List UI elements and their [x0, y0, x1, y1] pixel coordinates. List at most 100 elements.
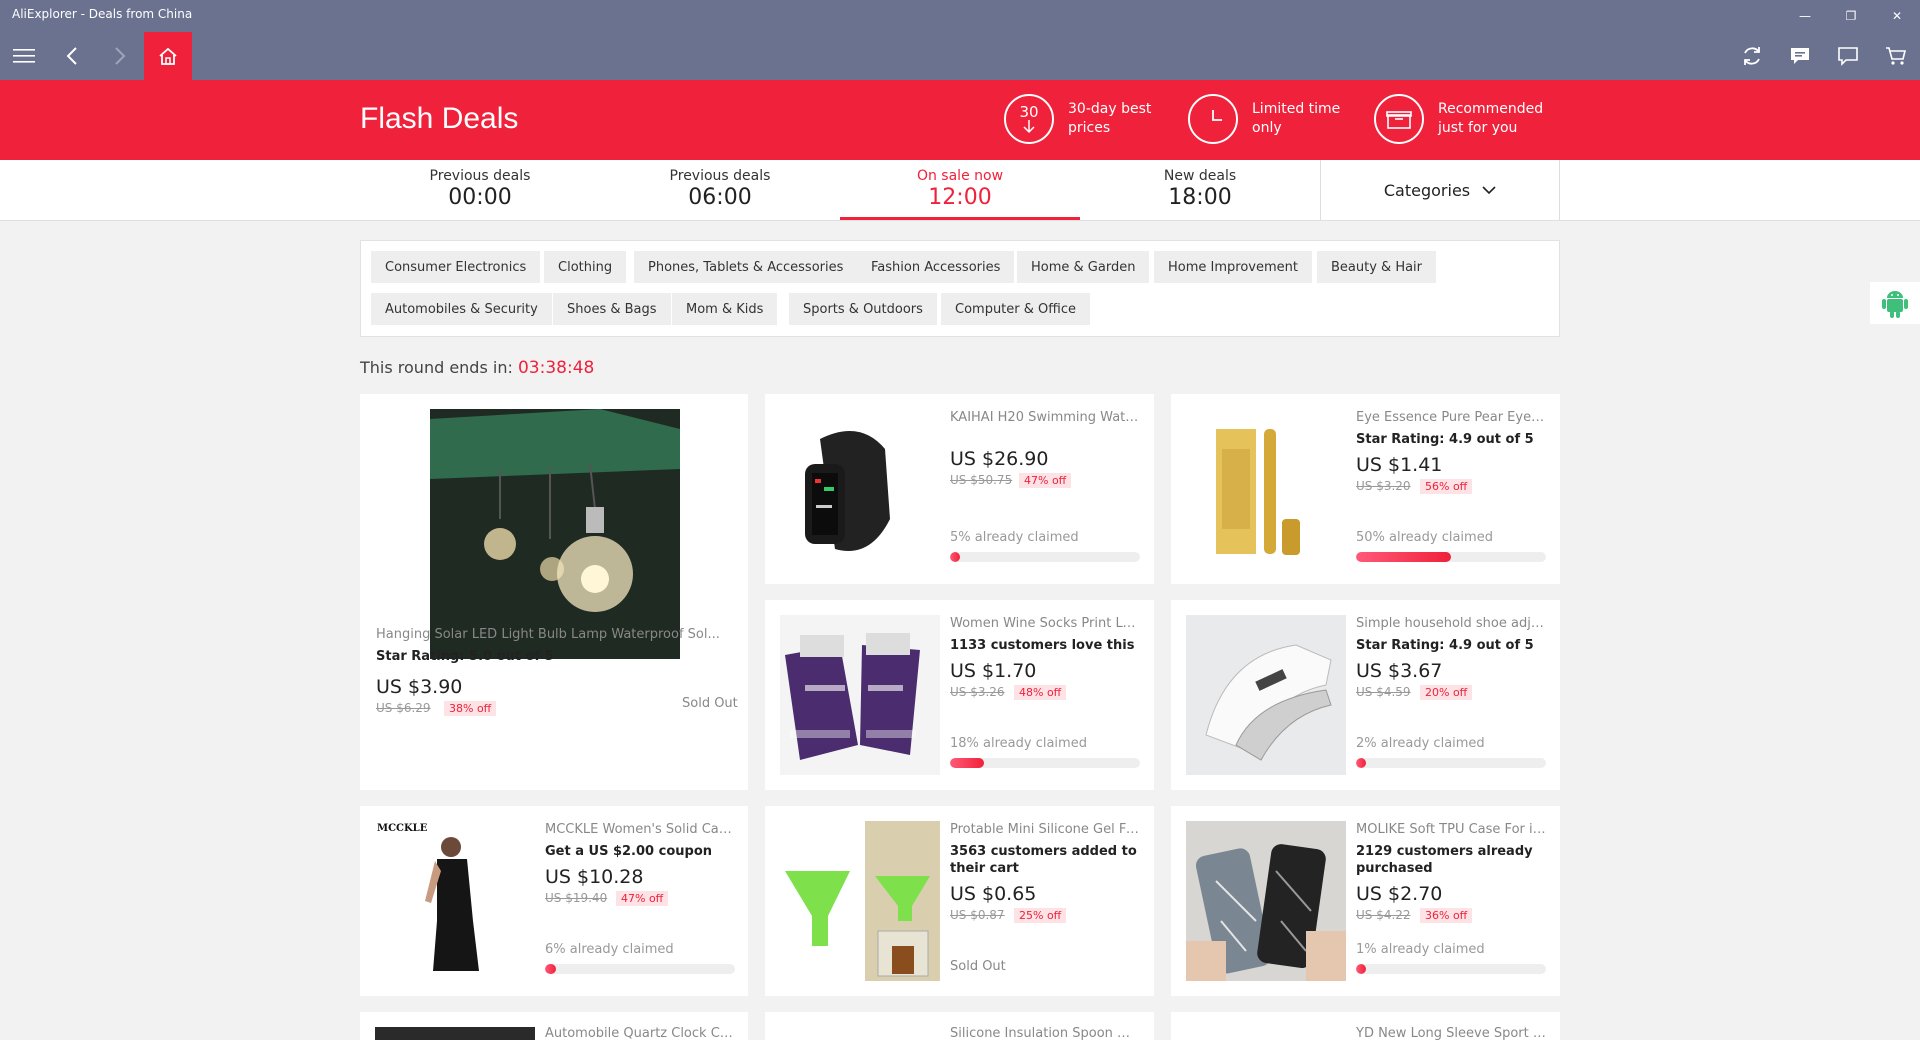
claimed-label: 1% already claimed: [1356, 942, 1485, 957]
product-price: US $3.67: [1356, 660, 1443, 682]
product-price: US $10.28: [545, 866, 644, 888]
original-price: US $50.75: [950, 473, 1013, 487]
tab-label: Previous deals: [429, 168, 531, 184]
flash-deals-banner: Flash Deals 30 30-day best prices Limite…: [0, 80, 1920, 160]
home-icon: [159, 47, 177, 65]
android-icon: [1882, 291, 1908, 318]
claimed-progress: [1356, 758, 1546, 768]
chip-beauty-hair[interactable]: Beauty & Hair: [1317, 251, 1437, 283]
chip-phones-tablets[interactable]: Phones, Tablets & Accessories: [634, 251, 858, 283]
menu-button[interactable]: [0, 32, 48, 80]
tab-time: 00:00: [448, 185, 512, 210]
android-app-button[interactable]: [1870, 282, 1920, 324]
discount-badge: 48% off: [1014, 685, 1067, 700]
chip-shoes-bags[interactable]: Shoes & Bags: [553, 293, 671, 325]
claimed-progress-fill: [1356, 552, 1451, 562]
product-card[interactable]: Protable Mini Silicone Gel Fol... 3563 c…: [765, 806, 1154, 996]
product-price: US $0.65: [950, 883, 1037, 905]
chat-bubble-icon: [1791, 48, 1809, 64]
restore-button[interactable]: ❐: [1828, 4, 1874, 28]
gift-box-icon: [1374, 94, 1424, 144]
calendar-30-icon: 30: [1004, 94, 1054, 144]
product-price: US $26.90: [950, 448, 1049, 470]
product-name: Simple household shoe adjus...: [1356, 616, 1546, 631]
hamburger-icon: [13, 49, 35, 63]
product-name: Protable Mini Silicone Gel Fol...: [950, 822, 1140, 837]
countdown-minutes: 38: [545, 358, 567, 378]
product-card[interactable]: Silicone Insulation Spoon Mat...: [765, 1012, 1154, 1040]
claimed-label: 6% already claimed: [545, 942, 674, 957]
minimize-button[interactable]: —: [1782, 4, 1828, 28]
messages-button[interactable]: [1828, 36, 1868, 76]
refresh-button[interactable]: [1732, 36, 1772, 76]
product-card[interactable]: YD New Long Sleeve Sport Sh...: [1171, 1012, 1560, 1040]
product-card[interactable]: MOLIKE Soft TPU Case For iP... 2129 cust…: [1171, 806, 1560, 996]
chip-home-improvement[interactable]: Home Improvement: [1154, 251, 1312, 283]
discount-badge: 36% off: [1420, 908, 1473, 923]
claimed-label: 5% already claimed: [950, 530, 1079, 545]
page-title: Flash Deals: [360, 102, 519, 135]
chip-consumer-electronics[interactable]: Consumer Electronics: [371, 251, 541, 283]
product-price: US $2.70: [1356, 883, 1443, 905]
round-label: This round ends in:: [360, 358, 513, 377]
product-image: [780, 821, 940, 981]
product-card[interactable]: Hanging Solar LED Light Bulb Lamp Waterp…: [360, 394, 748, 790]
discount-badge: 47% off: [1019, 473, 1072, 488]
product-info: 2129 customers already purchased: [1356, 844, 1533, 876]
chip-mom-kids[interactable]: Mom & Kids: [672, 293, 778, 325]
tab-label: Previous deals: [669, 168, 771, 184]
cart-button[interactable]: [1876, 36, 1916, 76]
tab-0000[interactable]: Previous deals 00:00: [360, 160, 600, 220]
forward-button[interactable]: [96, 32, 144, 80]
product-name: Eye Essence Pure Pear Eye Cr...: [1356, 410, 1546, 425]
window-title: AliExplorer - Deals from China: [12, 7, 193, 21]
chip-fashion-accessories[interactable]: Fashion Accessories: [857, 251, 1015, 283]
tab-label: On sale now: [916, 168, 1004, 184]
message-icon: [1838, 47, 1858, 66]
round-timer: This round ends in: 03:38:48: [360, 358, 594, 378]
product-card[interactable]: MCCKLE MCCKLE Women's Solid Caus... Get …: [360, 806, 748, 996]
categories-dropdown[interactable]: Categories: [1320, 160, 1560, 220]
product-name: Women Wine Socks Print Lett...: [950, 616, 1140, 631]
product-card[interactable]: KAIHAI H20 Swimming Water... US $26.90 U…: [765, 394, 1154, 584]
close-button[interactable]: ✕: [1874, 4, 1920, 28]
product-info: Star Rating: 4.9 out of 5: [1356, 432, 1534, 447]
product-name: KAIHAI H20 Swimming Water...: [950, 410, 1140, 425]
claimed-progress-fill: [1356, 758, 1366, 768]
claimed-label: 50% already claimed: [1356, 530, 1493, 545]
tab-label: New deals: [1163, 168, 1237, 184]
product-image: [1186, 615, 1346, 775]
feedback-button[interactable]: [1780, 36, 1820, 76]
product-card[interactable]: Women Wine Socks Print Lett... 1133 cust…: [765, 600, 1154, 790]
cart-icon: [1886, 47, 1907, 65]
tab-time: 12:00: [928, 185, 992, 210]
claimed-progress-fill: [545, 964, 557, 974]
product-info: Star Rating: 5.0 out of 5: [376, 649, 554, 664]
chip-sports-outdoors[interactable]: Sports & Outdoors: [789, 293, 937, 325]
feature-limited-time: Limited time only: [1188, 94, 1372, 144]
feature-recommended: Recommended just for you: [1374, 94, 1558, 144]
chip-home-garden[interactable]: Home & Garden: [1017, 251, 1150, 283]
chip-automobiles-security[interactable]: Automobiles & Security: [371, 293, 552, 325]
product-info: 1133 customers love this: [950, 638, 1135, 653]
categories-label: Categories: [1383, 180, 1471, 200]
chip-clothing[interactable]: Clothing: [544, 251, 627, 283]
product-card[interactable]: Simple household shoe adjus... Star Rati…: [1171, 600, 1560, 790]
product-price: US $1.41: [1356, 454, 1443, 476]
home-button[interactable]: [144, 32, 192, 80]
discount-badge: 25% off: [1014, 908, 1067, 923]
original-price: US $0.87: [950, 908, 1005, 922]
feature-best-prices: 30 30-day best prices: [1004, 94, 1188, 144]
product-name: Hanging Solar LED Light Bulb Lamp Waterp…: [376, 627, 720, 642]
product-card[interactable]: Automobile Quartz Clock Car...: [360, 1012, 748, 1040]
product-name: MOLIKE Soft TPU Case For iP...: [1356, 822, 1546, 837]
tab-0600[interactable]: Previous deals 06:00: [600, 160, 840, 220]
product-price: US $3.90: [376, 676, 463, 698]
chip-computer-office[interactable]: Computer & Office: [941, 293, 1090, 325]
calendar-badge: 30: [1019, 103, 1039, 121]
back-button[interactable]: [48, 32, 96, 80]
tab-1200[interactable]: On sale now 12:00: [840, 160, 1080, 220]
product-name: Automobile Quartz Clock Car...: [545, 1026, 735, 1040]
tab-1800[interactable]: New deals 18:00: [1080, 160, 1320, 220]
product-card[interactable]: Eye Essence Pure Pear Eye Cr... Star Rat…: [1171, 394, 1560, 584]
